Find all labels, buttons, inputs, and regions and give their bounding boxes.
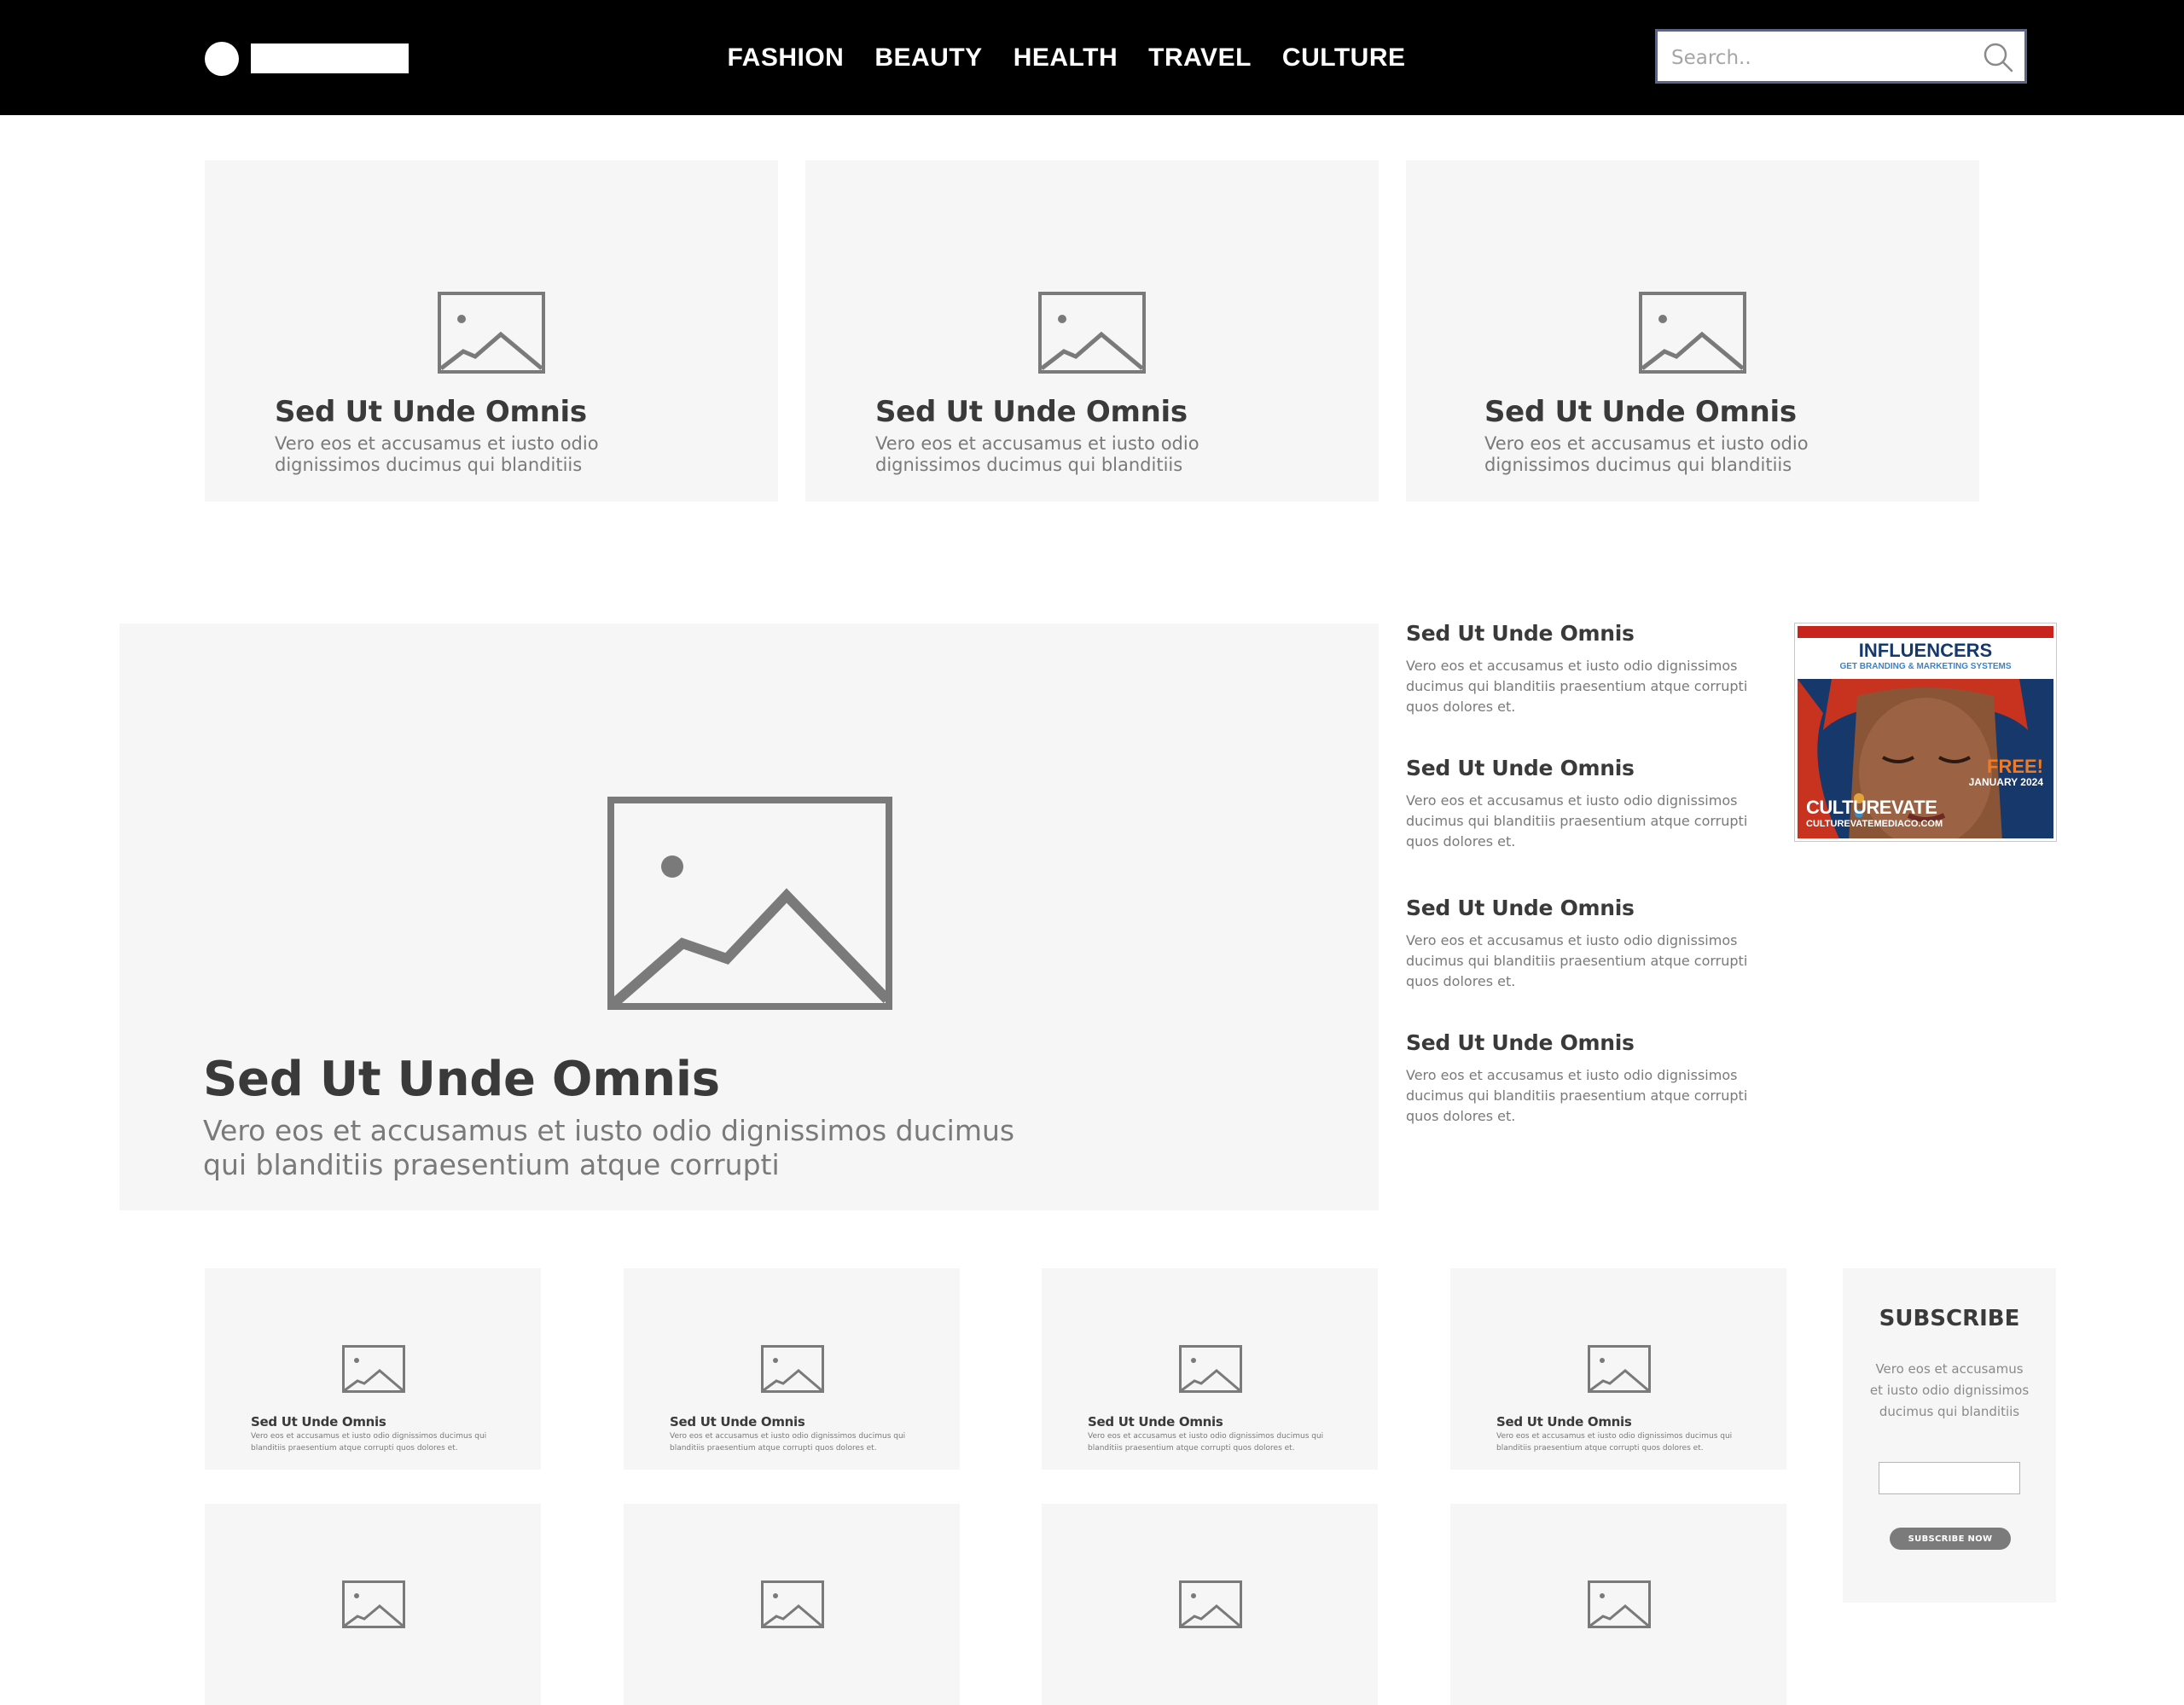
side-item-excerpt: Vero eos et accusamus et iusto odio dign… [1406, 792, 1748, 850]
card-title: Sed Ut Unde Omnis [275, 395, 587, 429]
top-card-2[interactable]: Sed Ut Unde Omnis Vero eos et accusamus … [805, 160, 1379, 502]
grid-card[interactable]: Sed Ut Unde Omnis Vero eos et accusamus … [1042, 1268, 1378, 1470]
search-icon[interactable] [1982, 41, 2014, 73]
grid-card[interactable] [1042, 1504, 1378, 1705]
card-title: Sed Ut Unde Omnis [670, 1414, 805, 1430]
ad-headline: INFLUENCERS [1858, 640, 1993, 661]
ad-brand: CULTUREVATE [1806, 797, 1937, 818]
side-list-item[interactable]: Sed Ut Unde Omnis Vero eos et accusamus … [1406, 756, 1781, 852]
top-card-3[interactable]: Sed Ut Unde Omnis Vero eos et accusamus … [1406, 160, 1979, 502]
image-placeholder-icon [1179, 1580, 1242, 1628]
card-excerpt: Vero eos et accusamus et iusto odio dign… [1484, 433, 1809, 475]
ad-free-label: FREE! [1987, 756, 2043, 777]
ad-header: INFLUENCERS GET BRANDING & MARKETING SYS… [1798, 626, 2053, 679]
image-placeholder-icon [1639, 292, 1746, 374]
side-item-title: Sed Ut Unde Omnis [1406, 896, 1635, 920]
grid-card[interactable]: Sed Ut Unde Omnis Vero eos et accusamus … [205, 1268, 541, 1470]
side-item-title: Sed Ut Unde Omnis [1406, 756, 1635, 780]
image-placeholder-icon [607, 797, 892, 1010]
card-excerpt: Vero eos et accusamus et iusto odio dign… [875, 433, 1199, 475]
featured-article[interactable]: Sed Ut Unde Omnis Vero eos et accusamus … [119, 623, 1379, 1210]
ad-banner[interactable]: INFLUENCERS GET BRANDING & MARKETING SYS… [1794, 623, 2057, 842]
card-excerpt: Vero eos et accusamus et iusto odio dign… [1496, 1432, 1733, 1453]
ad-stripe [1798, 626, 2053, 638]
grid-card[interactable]: Sed Ut Unde Omnis Vero eos et accusamus … [1450, 1268, 1786, 1470]
grid-card[interactable] [205, 1504, 541, 1705]
side-item-excerpt: Vero eos et accusamus et iusto odio dign… [1406, 932, 1748, 989]
side-list-item[interactable]: Sed Ut Unde Omnis Vero eos et accusamus … [1406, 1030, 1781, 1127]
image-placeholder-icon [1179, 1345, 1242, 1393]
ad-date: JANUARY 2024 [1968, 776, 2043, 788]
image-placeholder-icon [342, 1345, 405, 1393]
nav-health[interactable]: HEALTH [1014, 43, 1118, 72]
nav-culture[interactable]: CULTURE [1282, 43, 1406, 72]
card-title: Sed Ut Unde Omnis [1496, 1414, 1632, 1430]
card-excerpt: Vero eos et accusamus et iusto odio dign… [670, 1432, 906, 1453]
card-title: Sed Ut Unde Omnis [1088, 1414, 1223, 1430]
card-excerpt: Vero eos et accusamus et iusto odio dign… [251, 1432, 487, 1453]
card-title: Sed Ut Unde Omnis [251, 1414, 386, 1430]
side-item-excerpt: Vero eos et accusamus et iusto odio dign… [1406, 658, 1748, 715]
nav-beauty[interactable]: BEAUTY [874, 43, 982, 72]
image-placeholder-icon [1588, 1580, 1651, 1628]
ad-subhead: GET BRANDING & MARKETING SYSTEMS [1839, 662, 2012, 671]
grid-card[interactable] [624, 1504, 960, 1705]
logo-wordmark[interactable] [251, 43, 409, 73]
side-list-item[interactable]: Sed Ut Unde Omnis Vero eos et accusamus … [1406, 621, 1781, 717]
side-list-item[interactable]: Sed Ut Unde Omnis Vero eos et accusamus … [1406, 896, 1781, 992]
top-card-1[interactable]: Sed Ut Unde Omnis Vero eos et accusamus … [205, 160, 778, 502]
card-title: Sed Ut Unde Omnis [1484, 395, 1797, 429]
subscribe-text: Vero eos et accusamus et iusto odio dign… [1869, 1361, 2030, 1419]
card-excerpt: Vero eos et accusamus et iusto odio dign… [275, 433, 599, 475]
subscribe-widget: SUBSCRIBE Vero eos et accusamus et iusto… [1843, 1268, 2056, 1603]
grid-card[interactable]: Sed Ut Unde Omnis Vero eos et accusamus … [624, 1268, 960, 1470]
side-item-title: Sed Ut Unde Omnis [1406, 1030, 1635, 1055]
search-box [1655, 29, 2027, 84]
card-excerpt: Vero eos et accusamus et iusto odio dign… [1088, 1432, 1324, 1453]
image-placeholder-icon [342, 1580, 405, 1628]
subscribe-title: SUBSCRIBE [1879, 1306, 2020, 1331]
logo-mark[interactable] [205, 42, 239, 76]
image-placeholder-icon [1588, 1345, 1651, 1393]
image-placeholder-icon [438, 292, 545, 374]
side-item-excerpt: Vero eos et accusamus et iusto odio dign… [1406, 1067, 1748, 1124]
ad-url: CULTUREVATEMEDIACO.COM [1806, 819, 1943, 829]
subscribe-email-field[interactable] [1879, 1462, 2020, 1494]
nav-travel[interactable]: TRAVEL [1148, 43, 1252, 72]
side-item-title: Sed Ut Unde Omnis [1406, 621, 1635, 646]
nav-fashion[interactable]: FASHION [727, 43, 844, 72]
featured-excerpt: Vero eos et accusamus et iusto odio dign… [203, 1114, 1015, 1181]
grid-card[interactable] [1450, 1504, 1786, 1705]
subscribe-button[interactable]: SUBSCRIBE NOW [1890, 1528, 2011, 1550]
image-placeholder-icon [1038, 292, 1146, 374]
featured-title: Sed Ut Unde Omnis [203, 1052, 720, 1107]
image-placeholder-icon [761, 1580, 824, 1628]
search-input[interactable] [1670, 40, 1963, 76]
card-title: Sed Ut Unde Omnis [875, 395, 1188, 429]
image-placeholder-icon [761, 1345, 824, 1393]
